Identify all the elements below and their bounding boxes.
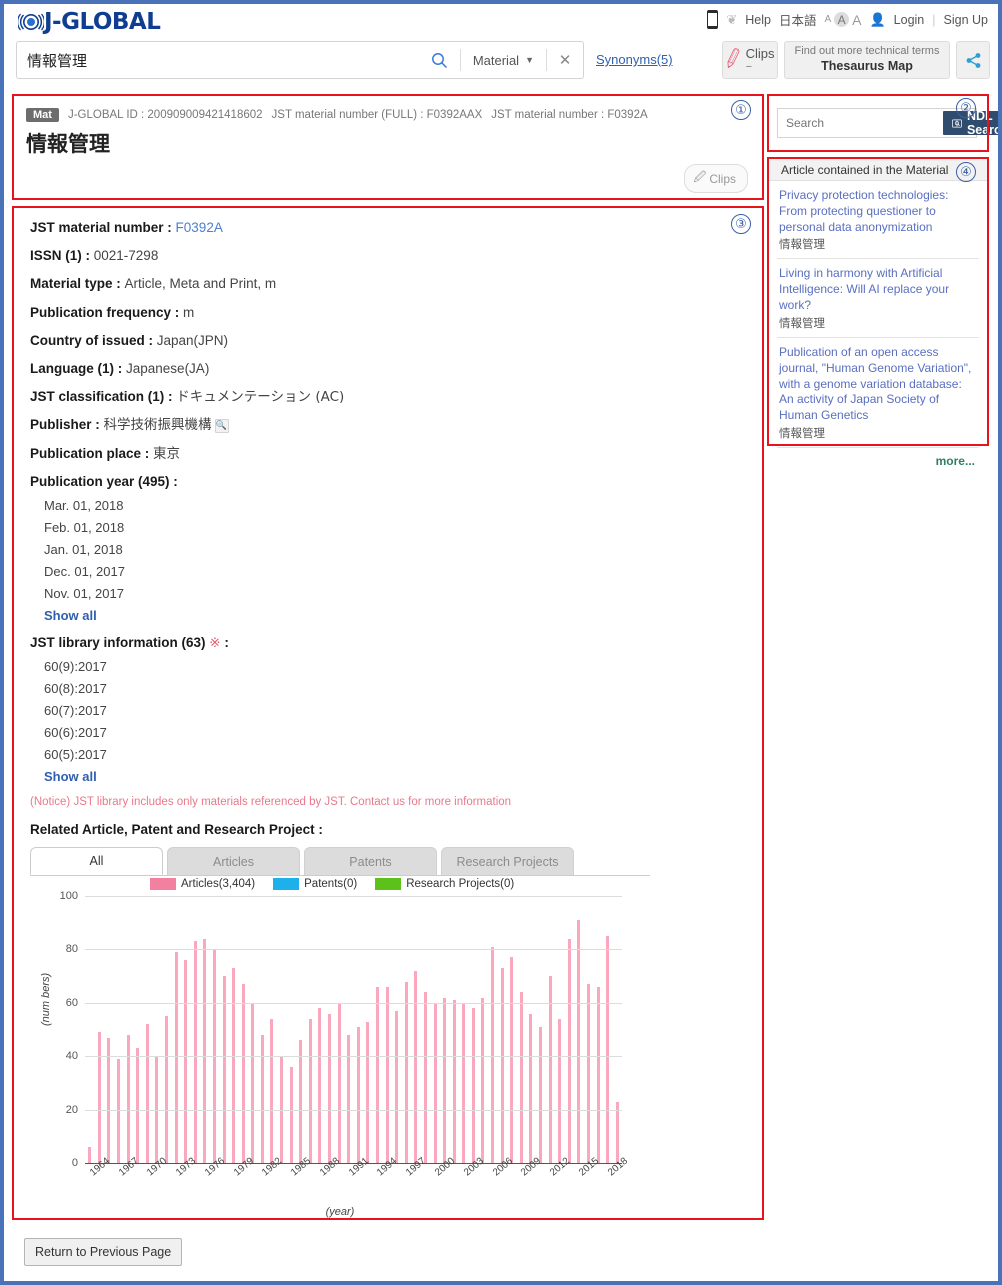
- search-category-select[interactable]: Material ▼: [461, 53, 546, 68]
- font-size-medium-button[interactable]: A: [834, 12, 850, 27]
- search-submit-button[interactable]: [420, 42, 460, 78]
- clips-label: Clips: [745, 46, 775, 61]
- thesaurus-title: Thesaurus Map: [821, 59, 913, 74]
- chevron-down-icon: ▼: [525, 55, 534, 65]
- search-clear-button[interactable]: ✕: [547, 42, 583, 78]
- toolbar-buttons: 🖉 Clips − Find out more technical terms …: [722, 41, 990, 79]
- articles-more-row: more...: [777, 448, 979, 468]
- thesaurus-subtitle: Find out more technical terms: [794, 45, 940, 58]
- jglobal-logo-icon: [18, 10, 44, 34]
- search-category-label: Material: [472, 52, 520, 68]
- clips-button[interactable]: 🖉 Clips −: [722, 41, 778, 79]
- site-logo[interactable]: J-GLOBAL: [18, 9, 161, 35]
- help-link[interactable]: Help: [745, 13, 771, 27]
- return-to-previous-page-button[interactable]: Return to Previous Page: [24, 1238, 183, 1266]
- annotation-box-2: [767, 94, 989, 152]
- font-size-small-button[interactable]: A: [824, 14, 831, 25]
- site-header: J-GLOBAL ❦ Help 日本語 A A A 👤 Login | Sign…: [4, 4, 998, 38]
- synonyms-link[interactable]: Synonyms(5): [596, 52, 673, 67]
- search-icon: [432, 52, 448, 68]
- search-bar-row: Material ▼ ✕ Synonyms(5) 🖉 Clips − Find …: [4, 38, 998, 84]
- thesaurus-map-button[interactable]: Find out more technical terms Thesaurus …: [784, 41, 950, 79]
- annotation-number-1: ①: [731, 100, 751, 120]
- share-icon: [966, 52, 980, 68]
- annotation-box-4: [767, 157, 989, 446]
- help-icon[interactable]: ❦: [726, 12, 737, 28]
- paperclip-icon: 🖉: [722, 46, 746, 71]
- signup-link[interactable]: Sign Up: [944, 13, 988, 27]
- tab-all[interactable]: All: [30, 847, 163, 876]
- annotation-number-3: ③: [731, 214, 751, 234]
- font-size-controls: A A A: [824, 12, 861, 28]
- user-icon: 👤: [869, 11, 886, 27]
- nav-divider: |: [932, 12, 936, 27]
- more-link[interactable]: more...: [936, 454, 975, 468]
- search-input[interactable]: [17, 42, 420, 78]
- brand-text: J-GLOBAL: [44, 9, 161, 35]
- font-size-large-button[interactable]: A: [852, 12, 861, 28]
- language-link[interactable]: 日本語: [779, 10, 817, 29]
- annotation-box-1: [12, 94, 764, 200]
- annotation-number-2: ②: [956, 98, 976, 118]
- share-button[interactable]: [956, 41, 990, 79]
- page-root: J-GLOBAL ❦ Help 日本語 A A A 👤 Login | Sign…: [4, 4, 998, 1281]
- login-link[interactable]: Login: [894, 13, 925, 27]
- annotation-number-4: ④: [956, 162, 976, 182]
- search-box: Material ▼ ✕: [16, 41, 584, 79]
- header-utility-nav: ❦ Help 日本語 A A A 👤 Login | Sign Up: [707, 10, 988, 29]
- mobile-icon[interactable]: [707, 10, 719, 29]
- annotation-box-3: [12, 206, 764, 1220]
